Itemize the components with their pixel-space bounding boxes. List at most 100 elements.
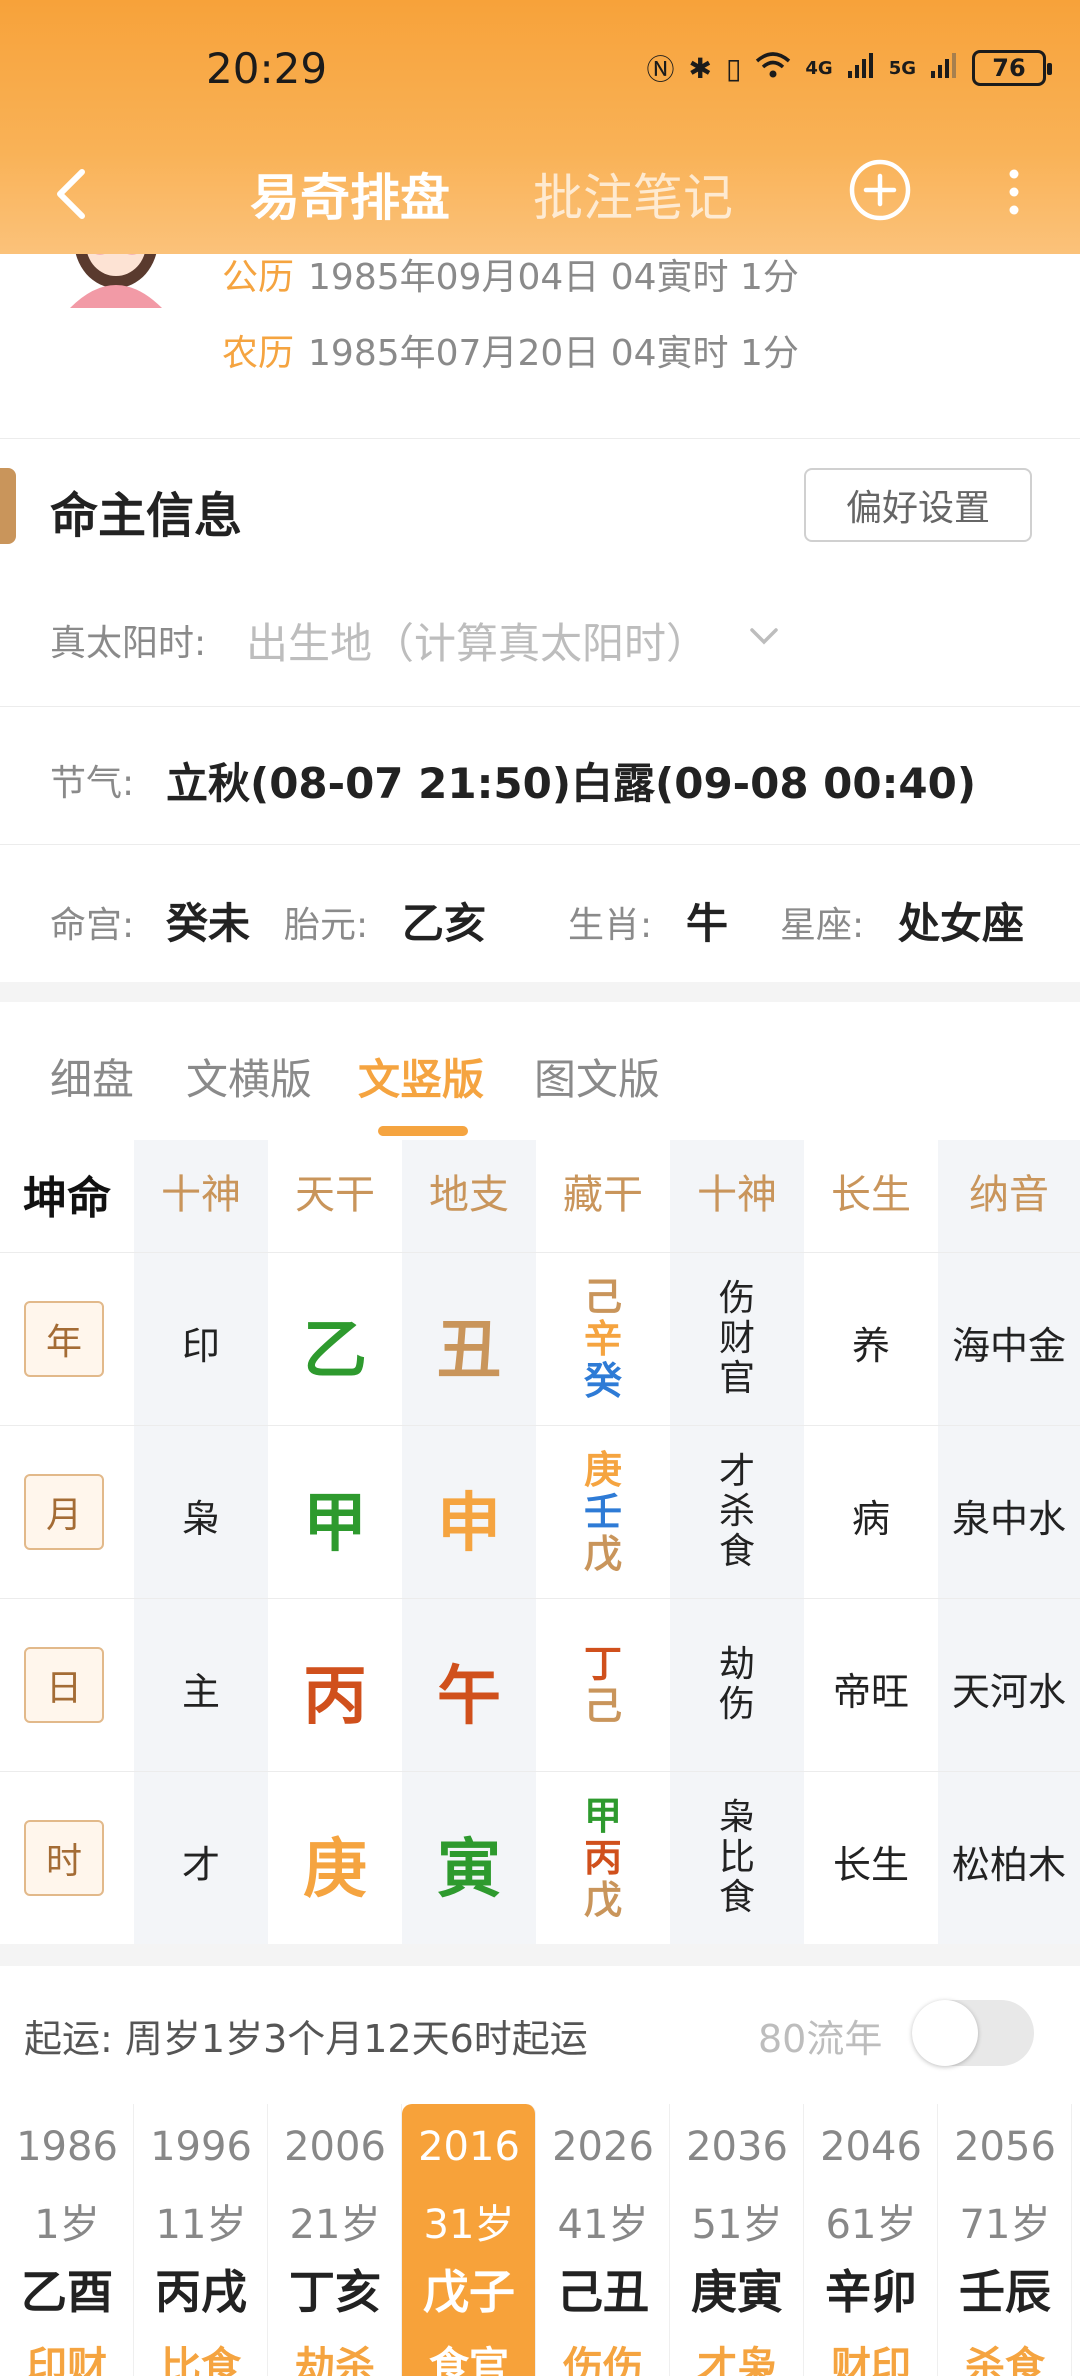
- status-time: 20:29: [206, 44, 328, 93]
- dizhi[interactable]: 丑: [402, 1299, 536, 1391]
- dayun-ganzhi: 丁亥: [289, 2265, 381, 2319]
- dayun-shishen: 印财: [27, 2344, 107, 2376]
- pillar-tag[interactable]: 日: [24, 1646, 104, 1723]
- status-icons: Ⓝ ✱ ▯ 4G 5G 76: [646, 46, 1052, 90]
- dayun-year: 2036: [686, 2124, 788, 2170]
- dayun-shishen: 比食: [161, 2344, 241, 2376]
- dayun-year: 1996: [150, 2124, 252, 2170]
- header-canggan: 藏干: [563, 1172, 643, 1218]
- dayun-item[interactable]: 2016 31岁 戊子 食官: [402, 2104, 536, 2376]
- bluetooth-icon: ✱: [688, 51, 712, 85]
- dizhi[interactable]: 申: [402, 1472, 536, 1564]
- changsheng: 养: [851, 1323, 890, 1368]
- dayun-item[interactable]: 1986 1岁 乙酉 印财: [0, 2104, 134, 2376]
- tiangan[interactable]: 甲: [268, 1472, 402, 1564]
- header-shishen: 十神: [161, 1172, 241, 1218]
- liunian-label: 80流年: [758, 2017, 883, 2061]
- row-divider: [0, 1598, 1080, 1599]
- canggan-char: 壬: [583, 1489, 622, 1534]
- dayun-age: 11岁: [155, 2202, 247, 2248]
- nav-bar: 易奇排盘 批注笔记: [0, 136, 1080, 254]
- row-divider: [0, 1771, 1080, 1772]
- shengxiao-label: 生肖:: [568, 905, 653, 946]
- lunar-date: 1985年07月20日 04寅时 1分: [308, 333, 799, 374]
- gender-header: 坤命: [23, 1173, 111, 1224]
- liunian-toggle[interactable]: [912, 2000, 1034, 2066]
- dayun-shishen: 伤伤: [563, 2344, 643, 2376]
- tiangan[interactable]: 庚: [268, 1818, 402, 1910]
- dayun-year: 2026: [552, 2124, 654, 2170]
- dayun-item[interactable]: 2036 51岁 庚寅 才枭: [670, 2104, 804, 2376]
- dayun-row: 1986 1岁 乙酉 印财 1996 11岁 丙戌 比食 2006 21岁 丁亥 劫杀 2016 31岁戊…: [0, 2104, 1080, 2376]
- pillar-tag[interactable]: 时: [24, 1819, 104, 1896]
- section-separator: [0, 1944, 1080, 1966]
- tab-paipan[interactable]: 易奇排盘: [250, 158, 450, 230]
- changsheng: 帝旺: [832, 1669, 909, 1714]
- tab-notes[interactable]: 批注笔记: [533, 158, 733, 230]
- canggan-char: 丙: [583, 1835, 622, 1880]
- solar-label: 公历: [222, 257, 295, 298]
- nayin: 泉中水: [951, 1496, 1066, 1541]
- canggan-stack: 甲丙戊: [536, 1795, 670, 1921]
- canggan-char: 甲: [583, 1793, 622, 1838]
- toggle-knob: [912, 2000, 978, 2066]
- dayun-ganzhi: 丙戌: [155, 2265, 247, 2319]
- canggan-shishen-char: 枭: [718, 1796, 755, 1838]
- tab-wenhengban[interactable]: 文横版: [186, 1046, 312, 1107]
- tab-tuwenban[interactable]: 图文版: [534, 1046, 660, 1107]
- dizhi[interactable]: 午: [402, 1645, 536, 1737]
- dayun-item[interactable]: 2006 21岁 丁亥 劫杀: [268, 2104, 402, 2376]
- true-solar-time-label: 真太阳时:: [50, 623, 207, 664]
- canggan-shishen-char: 比: [718, 1836, 755, 1878]
- dayun-ganzhi: 己丑: [557, 2265, 649, 2319]
- dayun-year: 2016: [418, 2124, 520, 2170]
- header-cang-shishen: 十神: [697, 1172, 777, 1218]
- canggan-stack: 己辛癸: [536, 1276, 670, 1402]
- nfc-icon: Ⓝ: [646, 53, 675, 86]
- row-divider: [0, 1425, 1080, 1426]
- divider: [0, 438, 1080, 439]
- jieqi-value: 立秋(08-07 21:50)白露(09-08 00:40): [166, 759, 977, 808]
- canggan-shishen-stack: 劫伤: [670, 1644, 804, 1725]
- dayun-item[interactable]: 1996 11岁丙戌比食: [134, 2104, 268, 2376]
- header-dizhi: 地支: [429, 1172, 509, 1218]
- minggong-value: 癸未: [166, 899, 251, 948]
- tiangan[interactable]: 乙: [268, 1299, 402, 1391]
- tiangan-shishen: 印: [181, 1323, 220, 1368]
- dayun-age: 51岁: [691, 2202, 783, 2248]
- dayun-ganzhi: 庚寅: [691, 2265, 783, 2319]
- xingzuo-label: 星座:: [780, 905, 865, 946]
- tiangan[interactable]: 丙: [268, 1645, 402, 1737]
- taiyuan-value: 乙亥: [402, 899, 487, 948]
- xingzuo-value: 处女座: [898, 899, 1025, 948]
- add-icon[interactable]: [848, 158, 912, 222]
- app-header: 20:29 Ⓝ ✱ ▯ 4G 5G 76 易奇排盘 批注笔记: [0, 0, 1080, 254]
- more-icon[interactable]: [994, 162, 1034, 222]
- preference-settings-button[interactable]: 偏好设置: [804, 468, 1032, 542]
- tab-wenshuban[interactable]: 文竖版: [358, 1046, 484, 1107]
- canggan-stack: 丁己: [536, 1643, 670, 1727]
- divider: [0, 844, 1080, 845]
- pillar-tag[interactable]: 月: [24, 1473, 104, 1550]
- chevron-down-icon[interactable]: [744, 616, 784, 656]
- dayun-age: 31岁: [423, 2202, 515, 2248]
- canggan-char: 庚: [583, 1447, 622, 1492]
- pillar-tag[interactable]: 年: [24, 1300, 104, 1377]
- back-icon[interactable]: [46, 166, 102, 222]
- taiyuan-label: 胎元:: [284, 905, 369, 946]
- dizhi[interactable]: 寅: [402, 1818, 536, 1910]
- dayun-item[interactable]: 2046 61岁 辛卯 财印: [804, 2104, 938, 2376]
- tab-xipan[interactable]: 细盘: [50, 1046, 134, 1107]
- header-tiangan: 天干: [295, 1172, 375, 1218]
- dayun-age: 71岁: [959, 2202, 1051, 2248]
- canggan-char: 己: [583, 1274, 622, 1319]
- divider: [0, 706, 1080, 707]
- active-tab-indicator: [378, 1126, 468, 1136]
- canggan-shishen-char: 杀: [718, 1490, 755, 1532]
- dayun-item[interactable]: 2056 71岁 壬辰 杀食: [938, 2104, 1072, 2376]
- qiyun-label: 起运:: [24, 2017, 113, 2061]
- dayun-shishen: 食官: [429, 2344, 509, 2376]
- birthplace-selector[interactable]: 出生地（计算真太阳时）: [246, 610, 708, 671]
- dayun-item[interactable]: 2026 41岁 己丑 伤伤: [536, 2104, 670, 2376]
- qiyun-text: 起运: 周岁1岁3个月12天6时起运: [24, 2008, 588, 2063]
